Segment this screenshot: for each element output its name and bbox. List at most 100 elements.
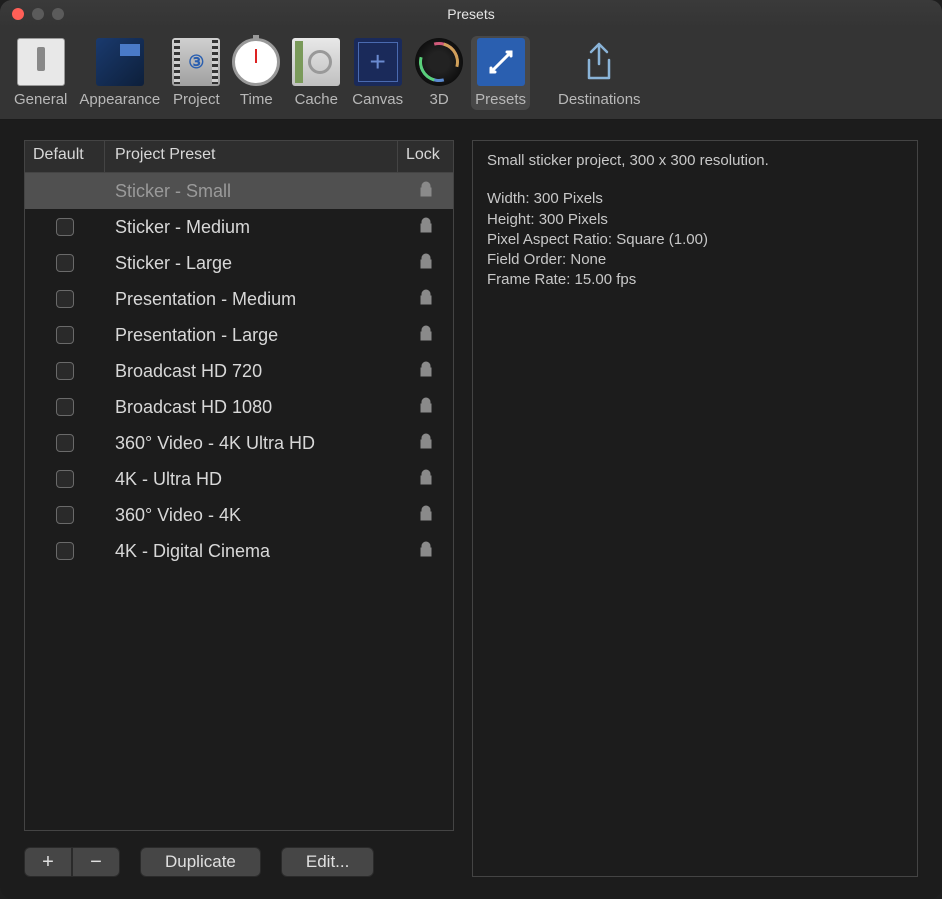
lock-icon bbox=[419, 361, 433, 382]
add-remove-group: + − bbox=[24, 847, 120, 877]
zoom-window-button[interactable] bbox=[52, 8, 64, 20]
default-checkbox[interactable] bbox=[56, 362, 74, 380]
detail-frame-rate: Frame Rate: 15.00 fps bbox=[487, 270, 903, 290]
lock-cell bbox=[398, 541, 453, 562]
preset-name: Presentation - Medium bbox=[105, 289, 398, 310]
default-checkbox[interactable] bbox=[56, 326, 74, 344]
remove-preset-button[interactable]: − bbox=[72, 847, 120, 877]
lock-icon bbox=[419, 217, 433, 238]
preset-name: Sticker - Large bbox=[105, 253, 398, 274]
default-cell bbox=[25, 542, 105, 560]
lock-icon bbox=[419, 433, 433, 454]
detail-description: Small sticker project, 300 x 300 resolut… bbox=[487, 151, 903, 171]
destinations-icon bbox=[575, 38, 623, 86]
lock-cell bbox=[398, 505, 453, 526]
preset-row[interactable]: Sticker - Medium bbox=[25, 209, 453, 245]
toolbar-tab-project[interactable]: ③ Project bbox=[168, 36, 224, 110]
preset-name: 4K - Digital Cinema bbox=[105, 541, 398, 562]
preset-row[interactable]: Presentation - Large bbox=[25, 317, 453, 353]
titlebar[interactable]: Presets bbox=[0, 0, 942, 28]
toolbar-tab-cache[interactable]: Cache bbox=[288, 36, 344, 110]
toolbar-label: Project bbox=[173, 91, 220, 108]
column-header-lock[interactable]: Lock bbox=[398, 141, 453, 172]
column-header-preset[interactable]: Project Preset bbox=[105, 141, 398, 172]
preset-row[interactable]: 4K - Digital Cinema bbox=[25, 533, 453, 569]
detail-height: Height: 300 Pixels bbox=[487, 210, 903, 230]
edit-button[interactable]: Edit... bbox=[281, 847, 374, 877]
lock-cell bbox=[398, 253, 453, 274]
toolbar-label: Time bbox=[240, 91, 273, 108]
lock-icon bbox=[419, 469, 433, 490]
default-checkbox[interactable] bbox=[56, 506, 74, 524]
preset-name: Broadcast HD 1080 bbox=[105, 397, 398, 418]
preferences-window: Presets General Appearance ③ Project Tim… bbox=[0, 0, 942, 899]
toolbar-tab-3d[interactable]: 3D bbox=[411, 36, 467, 110]
lock-cell bbox=[398, 433, 453, 454]
lock-cell bbox=[398, 469, 453, 490]
traffic-lights bbox=[12, 8, 64, 20]
preset-name: 360° Video - 4K Ultra HD bbox=[105, 433, 398, 454]
toolbar-tab-canvas[interactable]: Canvas bbox=[348, 36, 407, 110]
preset-name: Presentation - Large bbox=[105, 325, 398, 346]
lock-cell bbox=[398, 325, 453, 346]
preset-row[interactable]: Presentation - Medium bbox=[25, 281, 453, 317]
preset-row[interactable]: 360° Video - 4K bbox=[25, 497, 453, 533]
default-cell bbox=[25, 398, 105, 416]
toolbar-tab-destinations[interactable]: Destinations bbox=[554, 36, 645, 110]
column-header-default[interactable]: Default bbox=[25, 141, 105, 172]
toolbar-label: 3D bbox=[430, 91, 449, 108]
preset-row[interactable]: Sticker - Small bbox=[25, 173, 453, 209]
default-checkbox[interactable] bbox=[56, 542, 74, 560]
preset-name: Sticker - Small bbox=[105, 181, 398, 202]
toolbar-label: Cache bbox=[295, 91, 338, 108]
lock-icon bbox=[419, 253, 433, 274]
detail-par: Pixel Aspect Ratio: Square (1.00) bbox=[487, 230, 903, 250]
add-preset-button[interactable]: + bbox=[24, 847, 72, 877]
close-window-button[interactable] bbox=[12, 8, 24, 20]
toolbar-label: Destinations bbox=[558, 91, 641, 108]
lock-icon bbox=[419, 289, 433, 310]
lock-icon bbox=[419, 181, 433, 202]
default-checkbox[interactable] bbox=[56, 218, 74, 236]
default-cell bbox=[25, 434, 105, 452]
cache-icon bbox=[292, 38, 340, 86]
canvas-icon bbox=[354, 38, 402, 86]
preset-row[interactable]: Broadcast HD 1080 bbox=[25, 389, 453, 425]
default-cell bbox=[25, 470, 105, 488]
lock-cell bbox=[398, 181, 453, 202]
default-cell bbox=[25, 326, 105, 344]
preset-row[interactable]: 360° Video - 4K Ultra HD bbox=[25, 425, 453, 461]
default-cell bbox=[25, 362, 105, 380]
preset-row[interactable]: Sticker - Large bbox=[25, 245, 453, 281]
preset-row[interactable]: 4K - Ultra HD bbox=[25, 461, 453, 497]
toolbar-tab-appearance[interactable]: Appearance bbox=[75, 36, 164, 110]
default-checkbox[interactable] bbox=[56, 470, 74, 488]
default-checkbox[interactable] bbox=[56, 434, 74, 452]
preset-name: Broadcast HD 720 bbox=[105, 361, 398, 382]
detail-width: Width: 300 Pixels bbox=[487, 189, 903, 209]
lock-cell bbox=[398, 217, 453, 238]
lock-cell bbox=[398, 289, 453, 310]
project-icon: ③ bbox=[172, 38, 220, 86]
minimize-window-button[interactable] bbox=[32, 8, 44, 20]
toolbar-tab-presets[interactable]: Presets bbox=[471, 36, 530, 110]
default-cell bbox=[25, 254, 105, 272]
preferences-toolbar: General Appearance ③ Project Time Cache … bbox=[0, 28, 942, 120]
list-body[interactable]: Sticker - Small Sticker - Medium Sticker -… bbox=[25, 173, 453, 830]
preset-name: Sticker - Medium bbox=[105, 217, 398, 238]
lock-cell bbox=[398, 397, 453, 418]
default-checkbox[interactable] bbox=[56, 290, 74, 308]
preset-row[interactable]: Broadcast HD 720 bbox=[25, 353, 453, 389]
duplicate-button[interactable]: Duplicate bbox=[140, 847, 261, 877]
toolbar-tab-general[interactable]: General bbox=[10, 36, 71, 110]
toolbar-label: Presets bbox=[475, 91, 526, 108]
default-cell bbox=[25, 290, 105, 308]
preset-name: 4K - Ultra HD bbox=[105, 469, 398, 490]
toolbar-label: Appearance bbox=[79, 91, 160, 108]
toolbar-tab-time[interactable]: Time bbox=[228, 36, 284, 110]
bottom-buttons: + − Duplicate Edit... bbox=[24, 847, 454, 877]
default-checkbox[interactable] bbox=[56, 254, 74, 272]
default-checkbox[interactable] bbox=[56, 398, 74, 416]
lock-icon bbox=[419, 325, 433, 346]
presets-icon bbox=[477, 38, 525, 86]
